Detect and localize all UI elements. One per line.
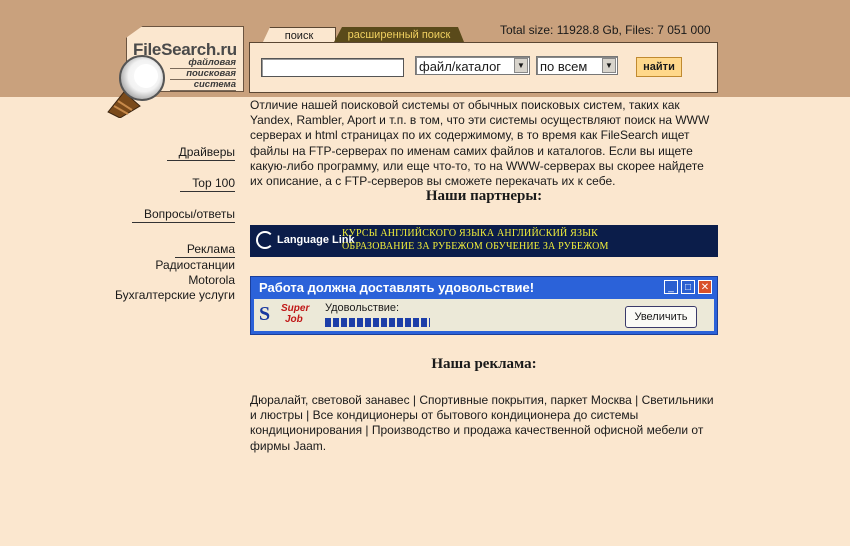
search-form: файл/каталог ▼ по всем ▼ найти <box>249 42 718 93</box>
scope-select-value: по всем <box>540 59 588 74</box>
chevron-down-icon[interactable]: ▼ <box>602 58 616 73</box>
language-link-logo: Language Link <box>256 231 355 249</box>
language-link-line1[interactable]: КУРСЫ АНГЛИЙСКОГО ЯЗЫКА АНГЛИЙСКИЙ ЯЗЫК <box>342 228 598 239</box>
nav-link-faq[interactable]: Вопросы/ответы <box>131 207 235 223</box>
find-button[interactable]: найти <box>636 57 682 77</box>
pleasure-label: Удовольствие: <box>325 302 400 314</box>
type-select-value: файл/каталог <box>419 59 502 74</box>
maximize-icon: □ <box>681 280 695 294</box>
nav-link-motorola[interactable]: Motorola <box>188 273 235 287</box>
flashlight-icon <box>107 55 165 118</box>
superjob-banner[interactable]: Работа должна доставлять удовольствие! _… <box>250 276 718 335</box>
language-link-line2[interactable]: ОБРАЗОВАНИЕ ЗА РУБЕЖОМ ОБУЧЕНИЕ ЗА РУБЕЖ… <box>342 241 609 252</box>
logo-tagline: файловая поисковая система <box>170 58 236 91</box>
close-icon: ✕ <box>698 280 712 294</box>
language-link-banner[interactable]: Language Link КУРСЫ АНГЛИЙСКОГО ЯЗЫКА АН… <box>250 225 718 257</box>
superjob-logo: S Super Job <box>259 303 310 325</box>
nav-link-accounting[interactable]: Бухгалтерские услуги <box>115 288 235 302</box>
superjob-title: Работа должна доставлять удовольствие! <box>259 280 535 295</box>
nav-link-radio[interactable]: Радиостанции <box>155 258 235 272</box>
tab-advanced-search[interactable]: расширенный поиск <box>334 27 464 42</box>
scope-select[interactable]: по всем ▼ <box>536 56 618 75</box>
total-stats: Total size: 11928.8 Gb, Files: 7 051 000 <box>500 23 711 37</box>
ads-links[interactable]: Дюралайт, световой занавес | Спортивные … <box>250 393 718 454</box>
filesearch-logo[interactable]: FileSearch.ru файловая поисковая система <box>106 26 246 118</box>
search-input[interactable] <box>261 58 404 77</box>
intro-text: Отличие нашей поисковой системы от обычн… <box>250 98 710 189</box>
partners-heading: Наши партнеры: <box>425 188 543 204</box>
nav-link-drivers[interactable]: Драйверы <box>166 145 235 161</box>
pleasure-progress-bar <box>325 318 430 327</box>
minimize-icon: _ <box>664 280 678 294</box>
nav-link-ads[interactable]: Реклама <box>174 242 235 258</box>
nav-link-top100[interactable]: Top 100 <box>180 176 235 192</box>
type-select[interactable]: файл/каталог ▼ <box>415 56 530 75</box>
language-link-icon <box>256 231 274 249</box>
increase-button[interactable]: Увеличить <box>625 306 697 328</box>
our-ads-heading: Наша реклама: <box>431 356 537 372</box>
chevron-down-icon[interactable]: ▼ <box>514 58 528 73</box>
superjob-body: S Super Job Удовольствие: Увеличить <box>254 299 714 331</box>
